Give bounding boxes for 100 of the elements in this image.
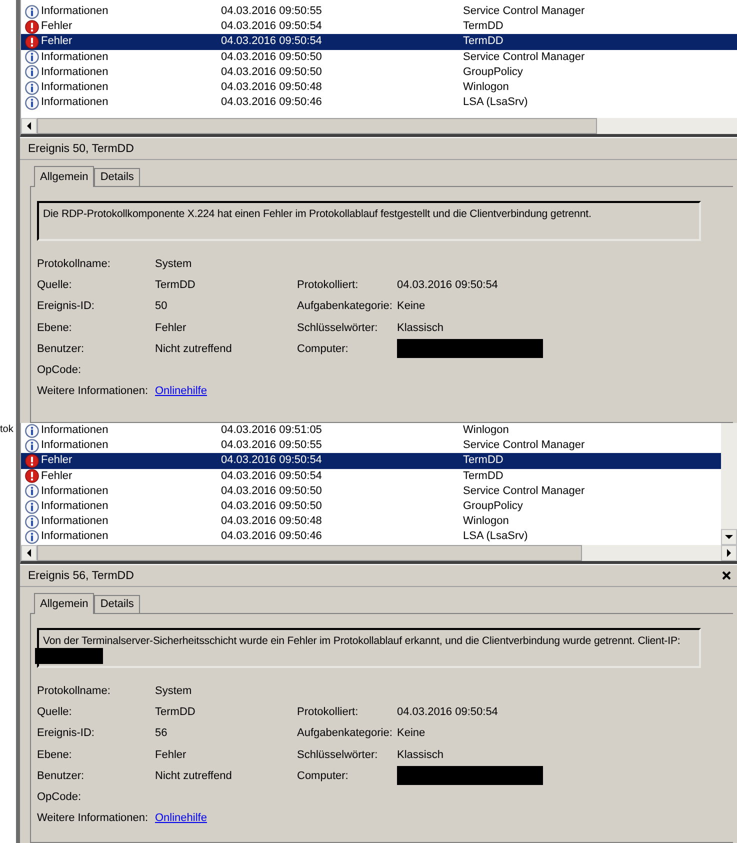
level-cell-text: Informationen	[41, 64, 110, 80]
help-link[interactable]: Onlinehilfe	[155, 812, 207, 824]
field-label: Weitere Informationen:	[37, 812, 150, 824]
event-row[interactable]: Informationen 04.03.2016 09:50:50 Service Control Manager	[21, 484, 721, 499]
field-label: Quelle:	[37, 706, 73, 718]
event-message: Von der Terminalserver-Sicherheitsschicht wurde ein Fehler im Protokollablauf erkannt, und die Clientverbindung wurde getrennt. Client-IP:	[43, 634, 682, 648]
tab[interactable]: Details	[94, 168, 140, 186]
event-row[interactable]: Informationen 04.03.2016 09:50:46 LSA (LsaSrv)	[21, 95, 737, 110]
level-cell-text: Informationen	[41, 423, 110, 438]
tab[interactable]: Details	[94, 595, 140, 613]
field-value: Fehler	[155, 748, 188, 761]
field-label: OpCode:	[37, 364, 82, 376]
event-row[interactable]: Fehler 04.03.2016 09:50:54 TermDD	[21, 34, 737, 50]
field-value: Klassisch	[397, 748, 444, 761]
field-value: 50	[155, 300, 168, 312]
horizontal-scrollbar[interactable]	[20, 545, 737, 564]
source-cell-text: LSA (LsaSrv)	[463, 529, 529, 544]
help-link[interactable]: Onlinehilfe	[155, 385, 207, 398]
event-row[interactable]: Informationen 04.03.2016 09:50:50 GroupPolicy	[21, 498, 721, 514]
level-cell-text: Informationen	[41, 484, 110, 499]
field-label: Protokollname:	[37, 258, 112, 270]
date-cell-text: 04.03.2016 09:50:46	[221, 529, 323, 544]
tab[interactable]: Allgemein	[34, 166, 94, 187]
date-cell-text: 04.03.2016 09:50:48	[221, 514, 323, 530]
event-title: Ereignis 50, TermDD	[28, 142, 134, 154]
left-arrow-icon	[25, 122, 33, 130]
level-cell-text: Informationen	[41, 499, 110, 514]
event-row[interactable]: Informationen 04.03.2016 09:50:55 Service Control Manager	[21, 4, 737, 20]
event-row[interactable]: Informationen 04.03.2016 09:50:48 Winlogon	[21, 80, 737, 96]
source-cell-text: Winlogon	[463, 514, 510, 530]
field-label: Computer:	[297, 770, 350, 782]
field-label: Protokollname:	[37, 684, 112, 697]
field-label: Ereignis-ID:	[37, 727, 96, 740]
source-cell-text: Service Control Manager	[463, 438, 586, 454]
source-cell-text: Service Control Manager	[463, 484, 586, 499]
event-row[interactable]: Fehler 04.03.2016 09:50:54 TermDD	[21, 19, 737, 34]
date-cell-text: 04.03.2016 09:50:46	[221, 95, 323, 110]
info-icon	[25, 65, 39, 80]
date-cell-text: 04.03.2016 09:50:50	[221, 50, 323, 65]
source-cell-text: Service Control Manager	[463, 4, 586, 20]
source-cell-text: Winlogon	[463, 80, 510, 96]
source-cell-text: LSA (LsaSrv)	[463, 95, 529, 110]
level-cell-text: Informationen	[41, 50, 110, 65]
date-cell-text: 04.03.2016 09:50:54	[221, 453, 323, 468]
date-cell-text: 04.03.2016 09:51:05	[221, 423, 323, 438]
date-cell-text: 04.03.2016 09:50:50	[221, 64, 323, 80]
error-icon	[25, 34, 39, 49]
field-label: Quelle:	[37, 278, 73, 291]
field-value: Nicht zutreffend	[155, 770, 233, 782]
event-row[interactable]: Informationen 04.03.2016 09:51:05 Winlogon	[21, 423, 721, 438]
field-value: Keine	[397, 300, 426, 312]
date-cell-text: 04.03.2016 09:50:54	[221, 34, 323, 50]
field-value: Keine	[397, 727, 426, 740]
level-cell-text: Informationen	[41, 438, 110, 454]
field-value: System	[155, 684, 193, 697]
info-icon	[25, 500, 39, 514]
field-label: Schlüsselwörter:	[297, 322, 379, 334]
field-value: Fehler	[155, 322, 188, 334]
field-value: Nicht zutreffend	[155, 342, 233, 355]
event-row[interactable]: Fehler 04.03.2016 09:50:54 TermDD	[21, 468, 721, 484]
event-row[interactable]: Informationen 04.03.2016 09:50:50 GroupPolicy	[21, 64, 737, 80]
info-icon	[25, 50, 39, 64]
source-cell-text: TermDD	[463, 19, 504, 34]
level-cell-text: Informationen	[41, 529, 110, 544]
date-cell-text: 04.03.2016 09:50:55	[221, 4, 323, 20]
level-cell-text: Fehler	[41, 468, 74, 484]
error-icon	[25, 454, 39, 468]
event-row[interactable]: Informationen 04.03.2016 09:50:46 LSA (LsaSrv)	[21, 529, 721, 544]
info-icon	[25, 80, 39, 95]
field-value: 56	[155, 727, 168, 740]
horizontal-scrollbar[interactable]	[20, 118, 737, 137]
scroll-right-button[interactable]	[721, 545, 737, 561]
tab[interactable]: Allgemein	[34, 593, 94, 614]
scroll-left-button[interactable]	[21, 545, 37, 561]
date-cell-text: 04.03.2016 09:50:54	[221, 468, 323, 484]
event-row[interactable]: Informationen 04.03.2016 09:50:50 Service Control Manager	[21, 50, 737, 65]
field-label: Schlüsselwörter:	[297, 748, 379, 761]
info-icon	[25, 514, 39, 529]
close-icon[interactable]	[722, 571, 731, 580]
field-label: Aufgabenkategorie:	[297, 727, 394, 740]
date-cell-text: 04.03.2016 09:50:50	[221, 484, 323, 499]
vertical-scrollbar[interactable]	[721, 423, 737, 545]
field-value: TermDD	[155, 278, 196, 291]
level-cell-text: Fehler	[41, 34, 74, 50]
scroll-down-button[interactable]	[721, 529, 737, 545]
source-cell-text: Winlogon	[463, 423, 510, 438]
event-row[interactable]: Informationen 04.03.2016 09:50:48 Winlogon	[21, 514, 721, 530]
right-arrow-icon	[725, 549, 733, 557]
level-cell-text: Informationen	[41, 514, 110, 530]
redaction-bar	[35, 648, 103, 664]
source-cell-text: Service Control Manager	[463, 50, 586, 65]
event-row[interactable]: Informationen 04.03.2016 09:50:55 Service Control Manager	[21, 438, 721, 454]
source-cell-text: TermDD	[463, 468, 504, 484]
info-icon	[25, 96, 39, 110]
scroll-left-button[interactable]	[21, 118, 37, 134]
field-label: Protokolliert:	[297, 706, 360, 718]
field-label: Weitere Informationen:	[37, 385, 150, 398]
field-value: 04.03.2016 09:50:54	[397, 278, 499, 291]
clipped-text: tok	[0, 424, 14, 435]
event-row[interactable]: Fehler 04.03.2016 09:50:54 TermDD	[21, 453, 721, 469]
